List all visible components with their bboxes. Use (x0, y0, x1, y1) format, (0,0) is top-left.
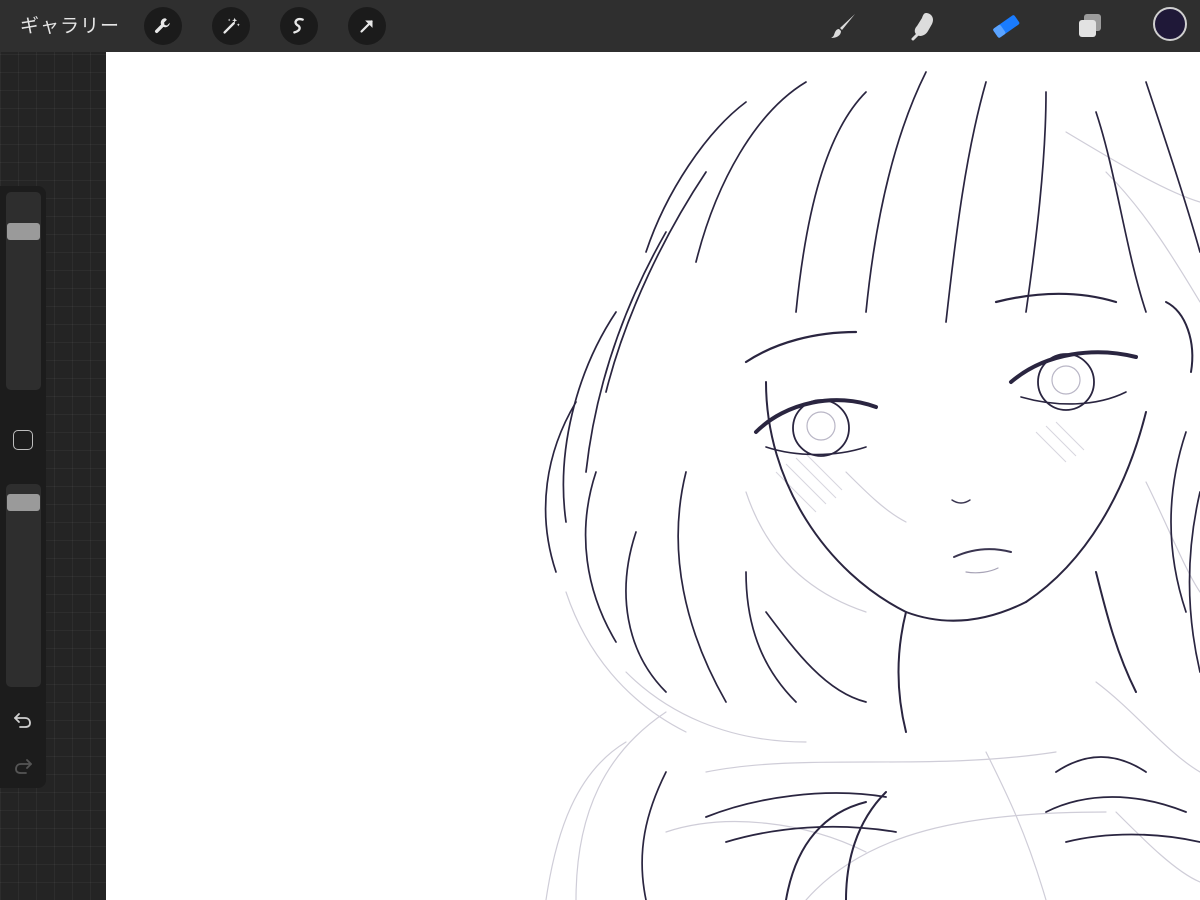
selection-button[interactable] (280, 7, 318, 45)
color-picker-button[interactable] (1153, 7, 1187, 41)
opacity-slider[interactable] (6, 484, 41, 687)
redo-icon[interactable] (11, 754, 35, 778)
top-toolbar: ギャラリー (0, 0, 1200, 52)
magic-wand-icon (223, 17, 240, 34)
undo-icon[interactable] (11, 708, 35, 732)
smudge-tool-button[interactable] (906, 8, 942, 44)
selection-icon (293, 17, 304, 34)
brush-size-slider[interactable] (6, 192, 41, 390)
transform-arrow-icon (360, 20, 373, 33)
opacity-thumb[interactable] (7, 494, 40, 512)
modify-button[interactable] (13, 430, 33, 450)
gallery-button[interactable]: ギャラリー (20, 12, 120, 40)
eraser-icon (993, 15, 1020, 38)
brush-icon (831, 14, 855, 38)
layers-button[interactable] (1072, 8, 1108, 44)
transform-button[interactable] (348, 7, 386, 45)
sketch-drawing (544, 71, 1200, 900)
wrench-icon (154, 18, 170, 34)
brush-size-thumb[interactable] (7, 223, 40, 241)
brush-tool-button[interactable] (826, 8, 862, 44)
drawing-canvas[interactable] (106, 52, 1200, 900)
left-sidebar (0, 186, 46, 788)
eraser-tool-button[interactable] (988, 8, 1024, 44)
adjustments-button[interactable] (212, 7, 250, 45)
smudge-icon (911, 13, 934, 41)
layers-icon (1079, 14, 1101, 37)
actions-button[interactable] (144, 7, 182, 45)
procreate-app: ギャラリー (0, 0, 1200, 900)
